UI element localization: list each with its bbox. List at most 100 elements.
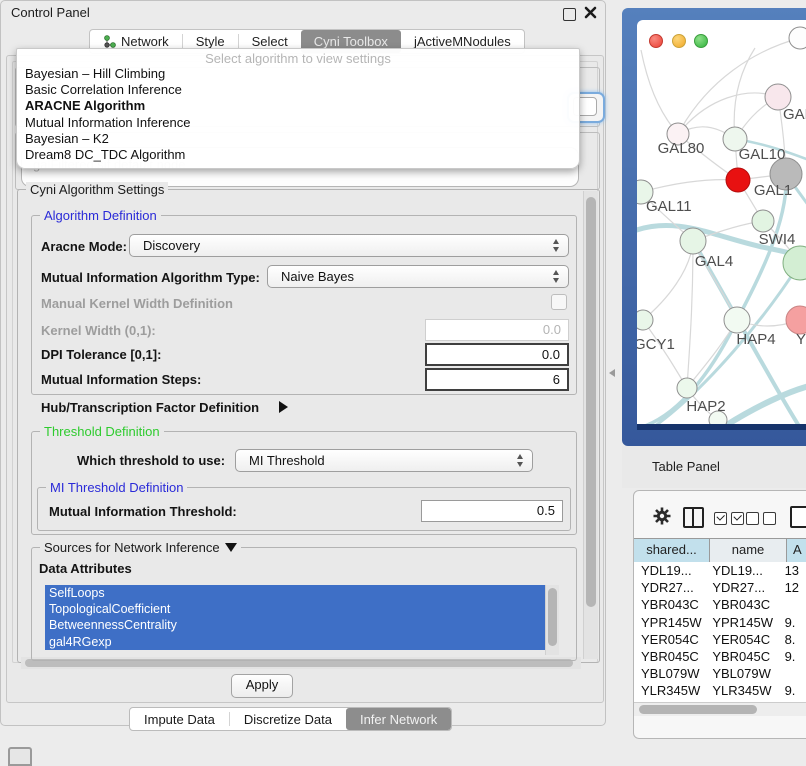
mi-type-combobox[interactable]: Naive Bayes — [267, 265, 569, 288]
table-body: YDL19...YDL19...13YDR27...YDR27...12YBR0… — [634, 562, 806, 702]
network-edge[interactable] — [641, 50, 678, 134]
control-panel-title: Control Panel — [11, 5, 90, 20]
table-cell: YBL079W — [705, 665, 777, 682]
column-header-third[interactable]: A — [787, 539, 806, 562]
kernel-width-field[interactable]: 0.0 — [425, 319, 569, 341]
node-label: GAL80 — [658, 140, 705, 157]
settings-scrollbar-thumb[interactable] — [586, 197, 596, 607]
column-header-shared-name[interactable]: shared... — [634, 539, 710, 562]
table-header-row: shared... name A — [634, 538, 806, 563]
table-cell: YER054C — [634, 631, 705, 648]
splitter-collapse-arrow[interactable] — [609, 369, 615, 377]
table-cell: YPR145W — [634, 614, 705, 631]
mi-steps-label: Mutual Information Steps: — [41, 372, 201, 387]
apply-button[interactable]: Apply — [231, 674, 293, 698]
data-attribute-item[interactable]: BetweennessCentrality — [45, 617, 545, 633]
network-node[interactable] — [726, 168, 750, 192]
deselect-all-columns-icon[interactable] — [746, 512, 776, 525]
algorithm-dropdown-list: Bayesian – Hill ClimbingBasic Correlatio… — [23, 66, 573, 163]
which-threshold-combobox[interactable]: MI Threshold — [235, 449, 533, 472]
close-icon — [584, 6, 597, 19]
table-row[interactable]: YDL19...YDL19...13 — [634, 562, 806, 579]
network-edge[interactable] — [641, 180, 738, 192]
data-attribute-item[interactable]: TopologicalCoefficient — [45, 601, 545, 617]
network-node[interactable] — [724, 307, 750, 333]
network-node[interactable] — [752, 210, 774, 232]
expand-arrow-icon[interactable] — [279, 401, 288, 413]
select-all-columns-icon[interactable] — [714, 512, 744, 525]
node-label: GAL10 — [739, 146, 786, 163]
network-icon — [103, 35, 116, 48]
data-attribute-item[interactable]: gal4RGexp — [45, 634, 545, 650]
algorithm-option[interactable]: Bayesian – Hill Climbing — [23, 66, 573, 82]
table-cell: YER054C — [705, 631, 777, 648]
which-threshold-value: MI Threshold — [249, 453, 325, 468]
combo-arrows-icon — [553, 239, 560, 252]
algorithm-option[interactable]: Bayesian – K2 — [23, 131, 573, 147]
float-window-button[interactable] — [563, 8, 576, 21]
dpi-tolerance-field[interactable]: 0.0 — [425, 343, 569, 366]
aracne-mode-label: Aracne Mode: — [41, 239, 127, 254]
table-row[interactable]: YBL079WYBL079W — [634, 665, 806, 682]
mi-steps-field[interactable]: 6 — [425, 368, 569, 391]
table-cell: YDR27... — [634, 579, 705, 596]
network-edge[interactable] — [643, 241, 693, 320]
table-row[interactable]: YER054CYER054C8. — [634, 631, 806, 648]
window-zoom-button[interactable] — [694, 34, 708, 48]
table-cell: 9. — [778, 614, 806, 631]
algorithm-dropdown-popup: Select algorithm to view settings Bayesi… — [16, 48, 580, 169]
tab-discretize-data[interactable]: Discretize Data — [230, 708, 346, 730]
tab-label: Discretize Data — [244, 712, 332, 727]
table-row[interactable]: YBR045CYBR045C9. — [634, 648, 806, 665]
node-label: Y — [796, 331, 806, 348]
algorithm-option[interactable]: Dream8 DC_TDC Algorithm — [23, 147, 573, 163]
table-settings-gear-icon[interactable] — [652, 506, 672, 531]
table-function-icon[interactable] — [790, 506, 806, 528]
algorithm-option[interactable]: Mutual Information Inference — [23, 115, 573, 131]
tab-infer-network[interactable]: Infer Network — [346, 708, 451, 730]
network-node[interactable] — [680, 228, 706, 254]
group-title: MI Threshold Definition — [46, 480, 187, 495]
node-label: GCY1 — [637, 336, 675, 353]
table-hscrollbar-thumb[interactable] — [639, 705, 757, 714]
network-node[interactable] — [789, 27, 806, 49]
manual-kernel-label: Manual Kernel Width Definition — [41, 296, 233, 311]
table-row[interactable]: YLR345WYLR345W9. — [634, 682, 806, 699]
table-row[interactable]: YDR27...YDR27...12 — [634, 579, 806, 596]
network-canvas[interactable]: GAL7GAL80GAL10GAL1GAL11SWI4GAL4GCY1HAP4Y… — [637, 20, 806, 424]
sources-title: Sources for Network Inference — [44, 540, 220, 555]
aracne-mode-combobox[interactable]: Discovery — [129, 234, 569, 257]
attributes-scrollbar-thumb[interactable] — [548, 588, 557, 646]
close-panel-button[interactable] — [584, 6, 597, 19]
network-node[interactable] — [637, 310, 653, 330]
algorithm-option[interactable]: ARACNE Algorithm — [23, 98, 573, 114]
manual-kernel-checkbox[interactable] — [551, 294, 567, 310]
network-node[interactable] — [677, 378, 697, 398]
mi-threshold-field[interactable]: 0.5 — [421, 500, 563, 522]
table-hscrollbar[interactable] — [634, 702, 806, 716]
control-panel: Control Panel Network Style — [0, 0, 606, 726]
network-node[interactable] — [786, 306, 806, 334]
table-cell: YDR27... — [705, 579, 777, 596]
table-cell: 13 — [778, 562, 806, 579]
data-attributes-label: Data Attributes — [39, 561, 132, 576]
data-attribute-item[interactable]: SelfLoops — [45, 585, 545, 601]
table-cell: YBR045C — [705, 648, 777, 665]
algorithm-option[interactable]: Basic Correlation Inference — [23, 82, 573, 98]
table-panel-title: Table Panel — [652, 459, 720, 474]
table-cell: YLR345W — [634, 682, 705, 699]
column-layout-icon[interactable] — [683, 507, 704, 528]
tab-impute-data[interactable]: Impute Data — [130, 708, 229, 730]
column-header-name[interactable]: name — [710, 539, 787, 562]
window-minimize-button[interactable] — [672, 34, 686, 48]
table-cell: 8. — [778, 631, 806, 648]
aracne-mode-value: Discovery — [143, 238, 200, 253]
table-row[interactable]: YBR043CYBR043C — [634, 596, 806, 613]
network-edge[interactable] — [643, 320, 687, 388]
table-row[interactable]: YPR145WYPR145W9. — [634, 614, 806, 631]
settings-scrollbar[interactable] — [583, 191, 598, 659]
docked-panel-icon[interactable] — [8, 747, 32, 766]
window-close-button[interactable] — [649, 34, 663, 48]
attributes-scrollbar[interactable] — [545, 585, 559, 655]
collapse-arrow-icon[interactable] — [225, 543, 237, 552]
